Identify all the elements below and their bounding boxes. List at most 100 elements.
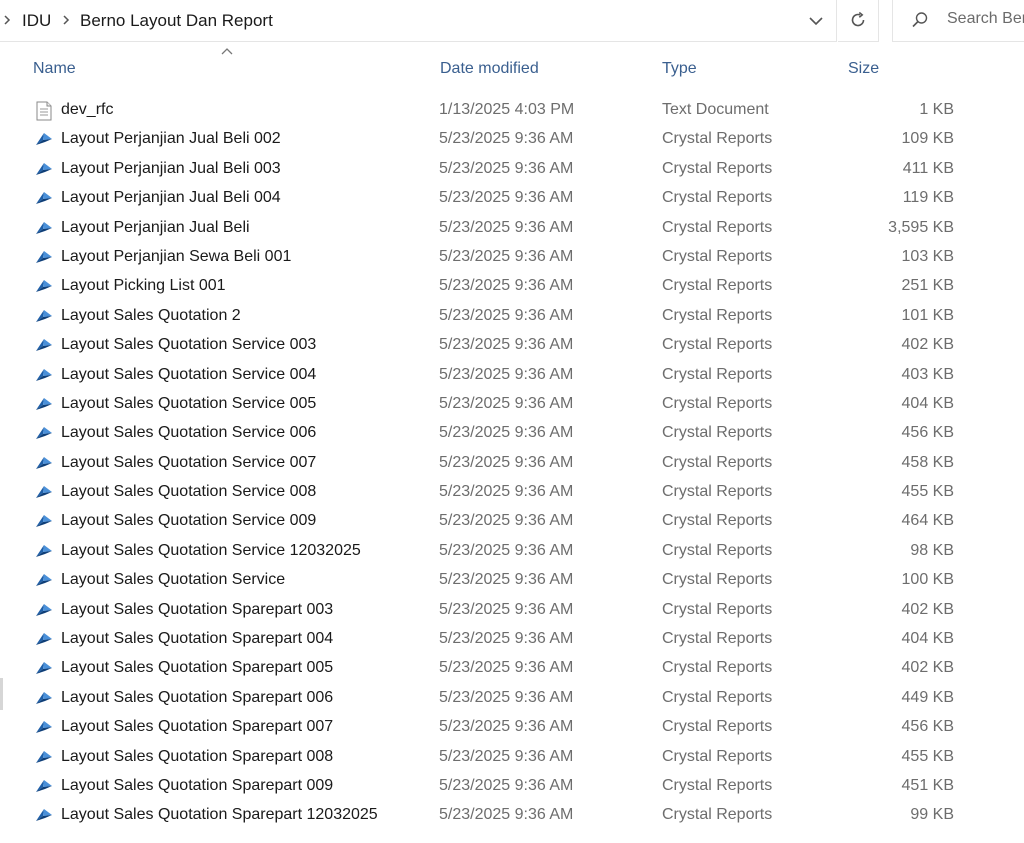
file-name: Layout Sales Quotation Service 003: [61, 336, 317, 354]
file-type: Crystal Reports: [662, 394, 773, 412]
file-row[interactable]: Layout Sales Quotation 2 5/23/2025 9:36 A…: [0, 302, 1024, 331]
column-header-type[interactable]: Type: [662, 60, 697, 78]
search-box[interactable]: [892, 0, 1024, 42]
file-size: 404 KB: [901, 630, 954, 648]
crystal-reports-icon: [35, 806, 53, 824]
file-row[interactable]: Layout Sales Quotation Sparepart 006 5/23…: [0, 684, 1024, 713]
file-row[interactable]: Layout Perjanjian Jual Beli 5/23/2025 9:3…: [0, 214, 1024, 243]
file-row[interactable]: Layout Perjanjian Jual Beli 002 5/23/2025…: [0, 125, 1024, 154]
file-type: Crystal Reports: [662, 512, 773, 530]
file-date-modified: 5/23/2025 9:36 AM: [439, 776, 574, 794]
file-size: 103 KB: [901, 247, 954, 265]
file-size: 3,595 KB: [888, 218, 954, 236]
crystal-reports-icon: [35, 366, 53, 384]
file-name: Layout Picking List 001: [61, 277, 226, 295]
file-size: 99 KB: [910, 806, 954, 824]
chevron-right-icon[interactable]: [61, 13, 71, 27]
crystal-reports-icon: [35, 777, 53, 795]
file-name: Layout Perjanjian Jual Beli 004: [61, 189, 281, 207]
crystal-reports-icon: [35, 395, 53, 413]
file-name: Layout Perjanjian Jual Beli 002: [61, 130, 281, 148]
file-date-modified: 5/23/2025 9:36 AM: [439, 541, 574, 559]
file-name: Layout Sales Quotation Service 006: [61, 424, 317, 442]
file-row[interactable]: Layout Sales Quotation Sparepart 009 5/23…: [0, 772, 1024, 801]
file-row[interactable]: Layout Sales Quotation Sparepart 1203202…: [0, 801, 1024, 830]
file-name: Layout Sales Quotation Service 007: [61, 453, 317, 471]
file-type: Crystal Reports: [662, 600, 773, 618]
file-name: Layout Perjanjian Jual Beli: [61, 218, 250, 236]
file-row[interactable]: Layout Perjanjian Sewa Beli 001 5/23/2025…: [0, 243, 1024, 272]
file-type: Crystal Reports: [662, 159, 773, 177]
file-name: Layout Sales Quotation Service 005: [61, 394, 317, 412]
breadcrumb-item-idu[interactable]: IDU: [22, 11, 51, 31]
file-row[interactable]: Layout Sales Quotation Service 5/23/2025 …: [0, 566, 1024, 595]
file-row[interactable]: Layout Sales Quotation Sparepart 007 5/23…: [0, 713, 1024, 742]
column-header-size[interactable]: Size: [848, 60, 879, 78]
file-row[interactable]: Layout Sales Quotation Sparepart 008 5/23…: [0, 743, 1024, 772]
file-row[interactable]: Layout Sales Quotation Service 12032025 5…: [0, 537, 1024, 566]
file-date-modified: 5/23/2025 9:36 AM: [439, 424, 574, 442]
file-date-modified: 5/23/2025 9:36 AM: [439, 630, 574, 648]
crystal-reports-icon: [35, 248, 53, 266]
file-row[interactable]: Layout Sales Quotation Service 003 5/23/2…: [0, 331, 1024, 360]
file-row[interactable]: dev_rfc 1/13/2025 4:03 PM Text Document 1 K…: [0, 96, 1024, 125]
file-type: Text Document: [662, 101, 769, 118]
file-size: 404 KB: [901, 394, 954, 412]
breadcrumb-item-current-folder[interactable]: Berno Layout Dan Report: [80, 11, 273, 31]
file-row[interactable]: Layout Sales Quotation Service 006 5/23/2…: [0, 419, 1024, 448]
file-name: Layout Sales Quotation Sparepart 009: [61, 776, 334, 794]
chevron-right-icon[interactable]: [2, 13, 12, 27]
file-row[interactable]: Layout Perjanjian Jual Beli 004 5/23/2025…: [0, 184, 1024, 213]
file-type: Crystal Reports: [662, 747, 773, 765]
file-row[interactable]: Layout Sales Quotation Service 009 5/23/2…: [0, 507, 1024, 536]
file-row[interactable]: Layout Sales Quotation Service 005 5/23/2…: [0, 390, 1024, 419]
file-row[interactable]: Layout Sales Quotation Service 008 5/23/2…: [0, 478, 1024, 507]
file-name: Layout Sales Quotation Sparepart 004: [61, 630, 334, 648]
file-row[interactable]: Layout Sales Quotation Sparepart 004 5/23…: [0, 625, 1024, 654]
file-size: 119 KB: [902, 189, 954, 207]
chevron-down-icon[interactable]: [806, 12, 826, 30]
text-document-icon: [35, 101, 53, 121]
file-date-modified: 5/23/2025 9:36 AM: [439, 336, 574, 354]
file-list: dev_rfc 1/13/2025 4:03 PM Text Document 1 K…: [0, 96, 1024, 831]
file-size: 101 KB: [901, 306, 954, 324]
search-input[interactable]: [947, 10, 1024, 28]
file-type: Crystal Reports: [662, 659, 773, 677]
file-date-modified: 5/23/2025 9:36 AM: [439, 159, 574, 177]
file-row[interactable]: Layout Sales Quotation Service 004 5/23/2…: [0, 361, 1024, 390]
file-date-modified: 5/23/2025 9:36 AM: [439, 747, 574, 765]
file-size: 98 KB: [910, 541, 954, 559]
file-type: Crystal Reports: [662, 130, 773, 148]
column-header-name[interactable]: Name: [33, 60, 76, 78]
crystal-reports-icon: [35, 189, 53, 207]
crystal-reports-icon: [35, 219, 53, 237]
file-size: 455 KB: [901, 483, 954, 501]
file-size: 100 KB: [901, 571, 954, 589]
file-type: Crystal Reports: [662, 277, 773, 295]
file-type: Crystal Reports: [662, 424, 773, 442]
file-row[interactable]: Layout Sales Quotation Sparepart 005 5/23…: [0, 654, 1024, 683]
sort-up-icon: [221, 48, 233, 55]
refresh-button[interactable]: [838, 0, 879, 42]
crystal-reports-icon: [35, 659, 53, 677]
file-type: Crystal Reports: [662, 306, 773, 324]
file-name: Layout Sales Quotation Sparepart 007: [61, 718, 334, 736]
file-type: Crystal Reports: [662, 189, 773, 207]
file-row[interactable]: Layout Sales Quotation Service 007 5/23/2…: [0, 449, 1024, 478]
file-size: 451 KB: [901, 776, 954, 794]
file-type: Crystal Reports: [662, 688, 773, 706]
file-size: 456 KB: [901, 424, 954, 442]
crystal-reports-icon: [35, 454, 53, 472]
file-type: Crystal Reports: [662, 365, 773, 383]
file-date-modified: 5/23/2025 9:36 AM: [439, 718, 574, 736]
file-name: Layout Sales Quotation Service: [61, 571, 286, 589]
crystal-reports-icon: [35, 307, 53, 325]
file-row[interactable]: Layout Picking List 001 5/23/2025 9:36 AM…: [0, 272, 1024, 301]
crystal-reports-icon: [35, 689, 53, 707]
file-type: Crystal Reports: [662, 453, 773, 471]
file-row[interactable]: Layout Perjanjian Jual Beli 003 5/23/2025…: [0, 155, 1024, 184]
column-header-date-modified[interactable]: Date modified: [440, 60, 539, 78]
file-type: Crystal Reports: [662, 630, 773, 648]
address-bar[interactable]: IDU Berno Layout Dan Report: [0, 0, 837, 42]
file-row[interactable]: Layout Sales Quotation Sparepart 003 5/23…: [0, 596, 1024, 625]
